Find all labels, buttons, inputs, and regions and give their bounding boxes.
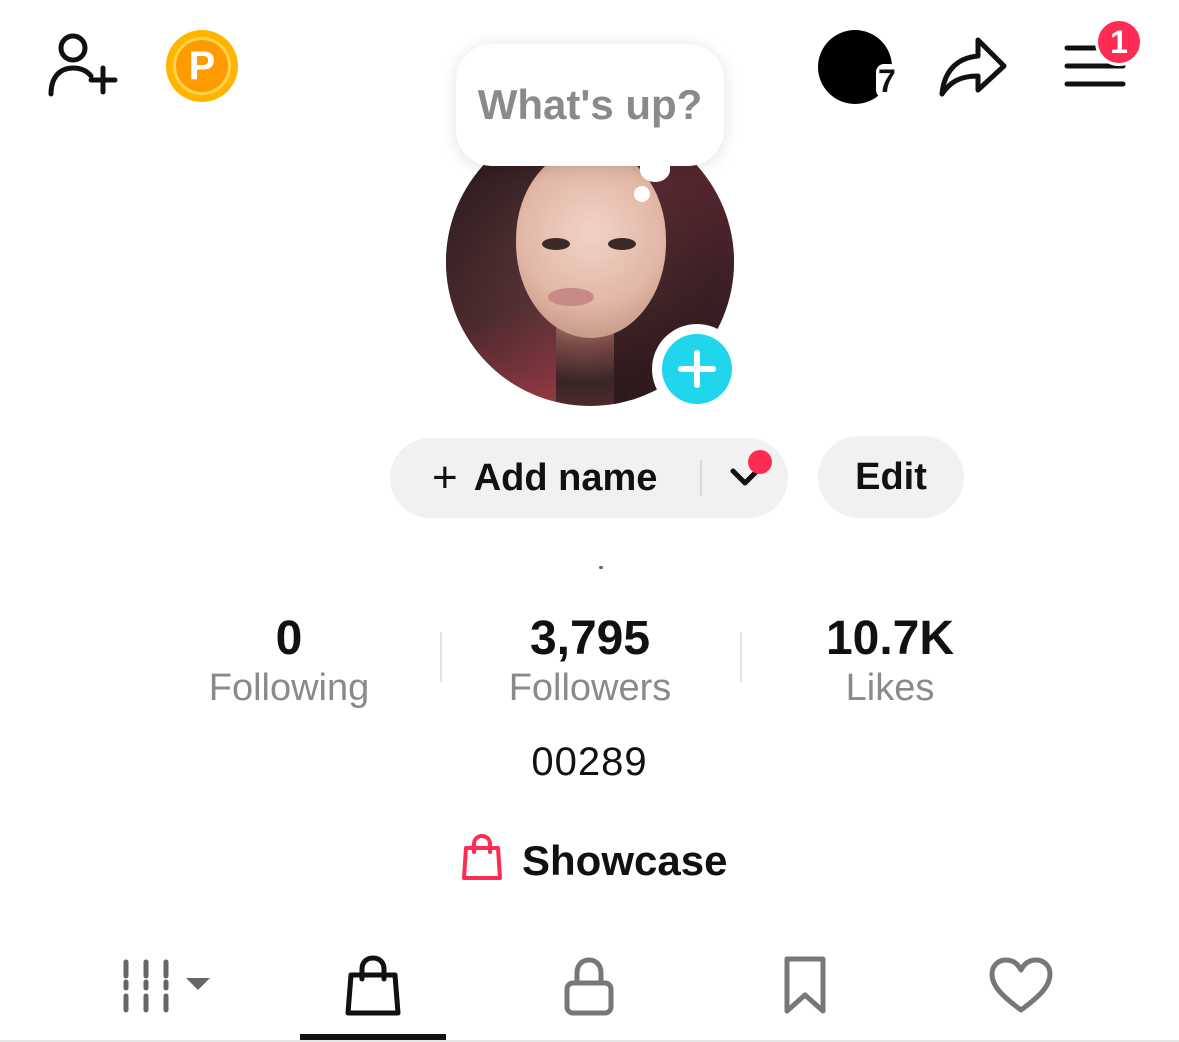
stat-label: Likes — [845, 667, 935, 709]
bubble-dot — [634, 186, 650, 202]
lock-icon — [564, 957, 614, 1016]
plus-icon: + — [432, 453, 458, 502]
coin-rewards-button[interactable]: P — [166, 30, 238, 102]
shopping-bag-icon — [460, 834, 504, 887]
stat-likes[interactable]: 10.7K Likes — [740, 612, 1040, 712]
heart-icon — [989, 957, 1053, 1013]
add-photo-button[interactable] — [652, 324, 742, 414]
edit-profile-button[interactable]: Edit — [818, 436, 964, 518]
showcase-link[interactable]: Showcase — [460, 834, 727, 887]
videos-grid-icon — [123, 959, 210, 1013]
tab-private[interactable] — [516, 940, 662, 1032]
share-icon[interactable] — [938, 34, 1010, 100]
stat-following[interactable]: 0 Following — [139, 612, 439, 712]
notification-badge: 1 — [1095, 18, 1143, 66]
stat-value: 0 — [275, 612, 303, 665]
story-count-badge: 7 — [876, 63, 898, 99]
stat-label: Followers — [508, 667, 672, 709]
coin-icon: P — [166, 30, 238, 102]
stat-followers[interactable]: 3,795 Followers — [440, 612, 740, 712]
stat-label: Following — [208, 667, 370, 709]
add-name-label: Add name — [473, 456, 658, 499]
status-bubble[interactable]: What's up? — [456, 44, 724, 166]
tab-liked[interactable] — [948, 940, 1094, 1032]
add-friend-icon[interactable] — [44, 30, 124, 100]
notification-dot — [748, 450, 772, 474]
stat-value: 3,795 — [529, 612, 651, 665]
showcase-label: Showcase — [522, 836, 728, 884]
bubble-tail — [640, 158, 670, 182]
shopping-bag-icon — [345, 955, 401, 1016]
tab-shop[interactable] — [300, 940, 446, 1032]
tab-videos[interactable] — [84, 940, 230, 1032]
divider-dot — [599, 566, 603, 569]
tab-saved[interactable] — [732, 940, 878, 1032]
bookmark-icon — [784, 956, 826, 1014]
divider — [700, 460, 702, 496]
profile-bio: 00289 — [531, 740, 648, 784]
plus-icon — [662, 334, 732, 404]
stat-value: 10.7K — [825, 612, 955, 665]
